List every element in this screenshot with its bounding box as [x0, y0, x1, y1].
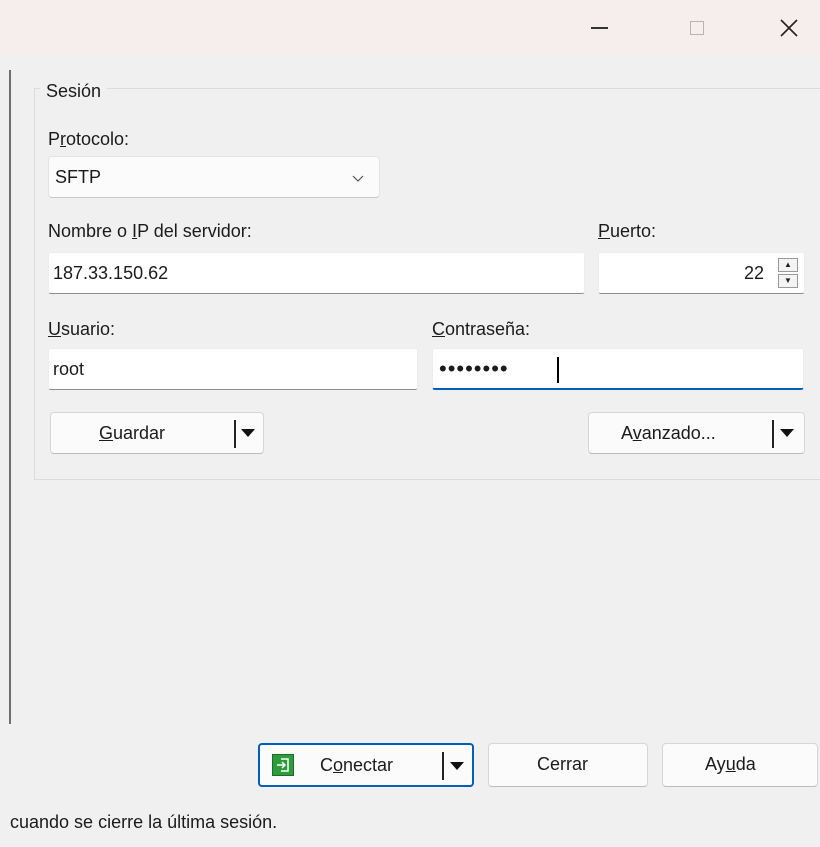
user-value: root [53, 359, 85, 379]
maximize-icon [690, 21, 704, 35]
login-arrow-icon [277, 758, 289, 772]
session-legend: Sesión [40, 80, 108, 102]
text-caret [557, 357, 559, 383]
dropdown-arrow-icon[interactable] [450, 762, 464, 770]
host-value: 187.33.150.62 [53, 263, 169, 283]
close-window-button[interactable] [760, 0, 818, 56]
protocol-label-first: P [48, 129, 61, 149]
protocol-select[interactable]: SFTP [48, 156, 380, 198]
help-button[interactable]: Ayuda [662, 743, 818, 787]
advanced-split-button[interactable]: Avanzado... [588, 412, 805, 454]
title-bar [0, 0, 820, 56]
port-label: Puerto: [598, 221, 657, 241]
password-input[interactable]: •••••••• [432, 348, 804, 390]
status-text: cuando se cierre la última sesión. [10, 812, 278, 832]
dropdown-arrow-icon[interactable] [780, 429, 794, 437]
split-divider [234, 420, 236, 448]
spin-up-icon[interactable]: ▲ [778, 258, 798, 272]
port-value: 22 [743, 263, 764, 283]
user-input[interactable]: root [48, 348, 418, 390]
left-panel-divider [9, 70, 11, 724]
host-label: Nombre o IP del servidor: [48, 221, 252, 241]
host-input[interactable]: 187.33.150.62 [48, 252, 585, 294]
port-stepper[interactable]: 22 ▲ ▼ [598, 252, 805, 294]
user-label: Usuario: [48, 319, 116, 339]
protocol-value: SFTP [55, 167, 102, 187]
save-button-label: Guardar [99, 423, 166, 443]
split-divider [442, 752, 444, 780]
save-split-button[interactable]: Guardar [50, 412, 264, 454]
login-icon [272, 754, 294, 776]
maximize-button[interactable] [668, 0, 726, 56]
close-button-label: Cerrar [537, 754, 589, 774]
password-value: •••••••• [439, 356, 509, 381]
minimize-button[interactable] [570, 0, 628, 56]
protocol-label: Protocolo: [48, 128, 129, 150]
dropdown-arrow-icon[interactable] [241, 429, 255, 437]
advanced-button-label: Avanzado... [621, 423, 716, 443]
chevron-down-icon [352, 175, 364, 182]
split-divider [772, 420, 774, 448]
help-button-label: Ayuda [705, 754, 756, 774]
protocol-label-rest: otocolo: [66, 129, 130, 149]
connect-button-label: Conectar [320, 755, 394, 775]
close-button[interactable]: Cerrar [488, 743, 648, 787]
password-label: Contraseña: [432, 319, 531, 339]
connect-split-button[interactable]: Conectar [258, 743, 474, 787]
spin-down-icon[interactable]: ▼ [778, 274, 798, 288]
port-spinner[interactable]: ▲ ▼ [778, 258, 798, 288]
close-icon [780, 19, 798, 37]
minimize-icon [590, 27, 608, 29]
